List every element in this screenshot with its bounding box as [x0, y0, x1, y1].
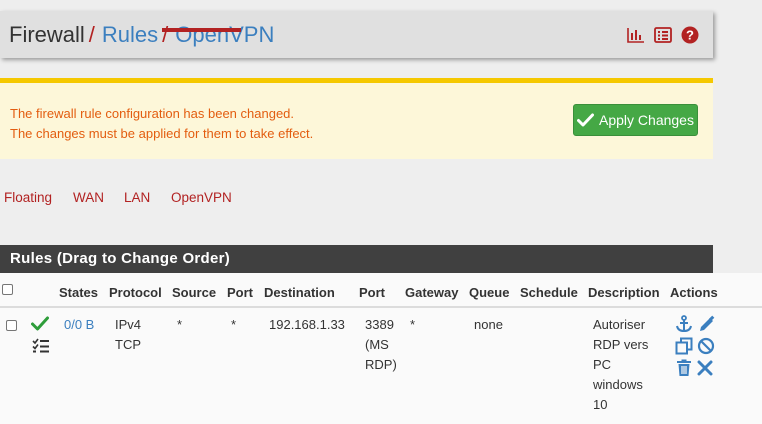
- table-header-divider: [0, 306, 762, 308]
- delete-x-icon[interactable]: [697, 360, 713, 381]
- source-cell: *: [177, 317, 183, 332]
- description-line: Autoriser: [593, 317, 646, 332]
- help-icon[interactable]: ?: [681, 26, 699, 44]
- copy-icon[interactable]: [675, 337, 693, 360]
- col-dest-port: Port: [359, 285, 385, 300]
- list-icon[interactable]: [654, 27, 672, 43]
- col-source-port: Port: [227, 285, 253, 300]
- destination-cell: 192.168.1.33: [269, 317, 345, 332]
- queue-cell: none: [474, 317, 503, 332]
- protocol-transport: TCP: [115, 337, 141, 352]
- select-all-checkbox[interactable]: [2, 284, 13, 295]
- dest-port-number: 3389: [365, 317, 394, 332]
- tab-openvpn[interactable]: OpenVPN: [171, 190, 232, 205]
- notice-line-1: The firewall rule configuration has been…: [10, 106, 295, 121]
- col-protocol: Protocol: [109, 285, 162, 300]
- apply-changes-button[interactable]: Apply Changes: [573, 104, 698, 136]
- check-icon: [577, 113, 595, 127]
- description-line: PC: [593, 357, 612, 372]
- description-line: windows: [593, 377, 643, 392]
- check-icon: [31, 316, 49, 336]
- disable-icon[interactable]: [697, 337, 715, 360]
- col-description: Description: [588, 285, 660, 300]
- breadcrumb-separator: /: [162, 22, 169, 47]
- source-port-cell: *: [231, 317, 237, 332]
- col-source: Source: [172, 285, 217, 300]
- pencil-icon[interactable]: [698, 315, 716, 338]
- protocol-cell: IPv4 TCP: [115, 315, 141, 355]
- col-states: States: [59, 285, 99, 300]
- tab-floating[interactable]: Floating: [4, 190, 52, 205]
- col-destination: Destination: [264, 285, 335, 300]
- col-schedule: Schedule: [520, 285, 578, 300]
- notice-message: The firewall rule configuration has been…: [10, 104, 313, 144]
- anchor-icon[interactable]: [675, 315, 693, 338]
- description-line: 10: [593, 397, 608, 412]
- breadcrumb-rules-link[interactable]: Rules: [102, 22, 158, 47]
- svg-text:?: ?: [686, 28, 694, 43]
- breadcrumb: Firewall / Rules / OpenVPN: [9, 21, 274, 48]
- active-tab-indicator: [162, 28, 241, 32]
- col-actions: Actions: [670, 285, 718, 300]
- states-link[interactable]: 0/0 B: [64, 315, 94, 335]
- protocol-ip: IPv4: [115, 317, 142, 332]
- gateway-cell: *: [410, 317, 416, 332]
- config-changed-notice: The firewall rule configuration has been…: [0, 78, 713, 159]
- apply-changes-label: Apply Changes: [599, 112, 694, 128]
- dest-port-cell: 3389 (MS RDP): [365, 315, 397, 375]
- list-icon[interactable]: [32, 338, 50, 359]
- col-gateway: Gateway: [405, 285, 459, 300]
- tab-wan[interactable]: WAN: [73, 190, 104, 205]
- description-cell: Autoriser RDP vers PC windows 10: [593, 315, 648, 415]
- trash-icon[interactable]: [675, 359, 693, 382]
- rules-panel-title: Rules (Drag to Change Order): [0, 245, 713, 273]
- tab-lan[interactable]: LAN: [124, 190, 150, 205]
- row-select-checkbox[interactable]: [6, 320, 17, 331]
- chart-icon[interactable]: [627, 27, 645, 43]
- page-header: Firewall / Rules / OpenVPN ?: [0, 11, 713, 58]
- dest-port-alias-2: RDP): [365, 357, 397, 372]
- breadcrumb-separator: /: [88, 22, 95, 47]
- breadcrumb-openvpn-link[interactable]: OpenVPN: [175, 22, 274, 47]
- notice-line-2: The changes must be applied for them to …: [10, 126, 314, 141]
- description-line: RDP vers: [593, 337, 649, 352]
- breadcrumb-firewall: Firewall: [9, 22, 85, 47]
- dest-port-alias-1: (MS: [365, 337, 389, 352]
- col-queue: Queue: [469, 285, 510, 300]
